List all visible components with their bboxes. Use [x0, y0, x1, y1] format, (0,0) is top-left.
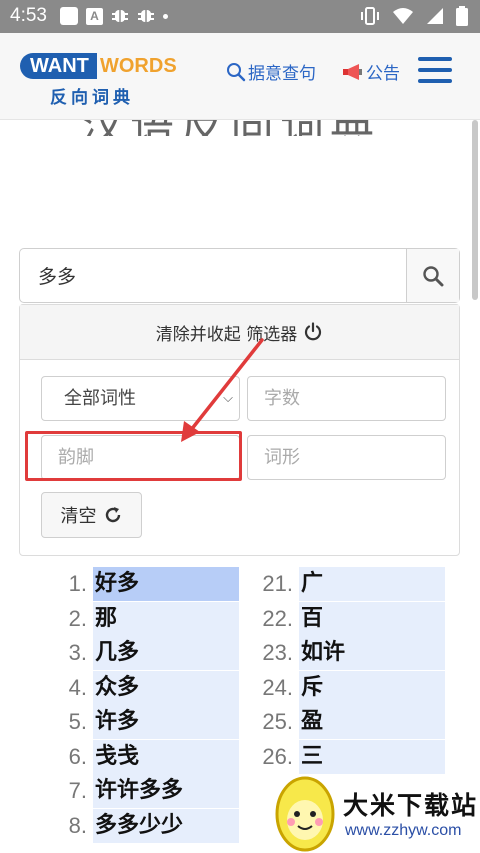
- result-number: 1.: [68, 571, 87, 596]
- dot-icon: [163, 13, 168, 19]
- result-item[interactable]: 2. 那: [29, 601, 239, 636]
- battery-icon: [456, 6, 468, 26]
- shape-field[interactable]: 词形: [247, 435, 446, 480]
- result-item[interactable]: 5. 许多: [29, 705, 239, 739]
- result-word[interactable]: 那: [93, 601, 239, 636]
- result-number: 21.: [262, 571, 293, 596]
- result-number: 4.: [68, 674, 87, 700]
- search-button[interactable]: [406, 249, 459, 302]
- result-number: 25.: [262, 709, 293, 734]
- pos-select[interactable]: 全部词性 ⌵: [41, 376, 240, 421]
- result-word[interactable]: 几多: [93, 636, 239, 670]
- menu-button[interactable]: [418, 55, 454, 85]
- result-number: 6.: [68, 743, 87, 769]
- nav-notice-label: 公告: [366, 64, 400, 84]
- result-word[interactable]: 许多: [93, 705, 239, 739]
- page-title-band: 汉语反向词典: [0, 120, 480, 136]
- status-right-icons: [360, 6, 468, 26]
- menu-bar: [418, 79, 452, 83]
- result-item[interactable]: 23. 如许: [235, 636, 445, 670]
- page-title: 汉语反向词典: [80, 120, 380, 136]
- result-item[interactable]: 4. 众多: [29, 670, 239, 705]
- chevron-down-icon: ⌵: [223, 391, 233, 406]
- logo-words-text: WORDS: [100, 55, 177, 77]
- result-word[interactable]: 许许多多: [93, 774, 239, 808]
- result-number: 5.: [68, 709, 87, 734]
- result-word[interactable]: 戋戋: [93, 739, 239, 774]
- app-header: WANT WORDS 反向词典 据意查句 公告: [0, 33, 480, 120]
- length-placeholder: 字数: [264, 388, 300, 409]
- result-word[interactable]: 多多少少: [93, 808, 239, 843]
- menu-bar: [418, 57, 452, 61]
- rice-mascot-icon: [275, 776, 335, 852]
- status-left-icons: A: [60, 7, 168, 25]
- watermark-url: www.zzhyw.com: [345, 822, 462, 839]
- result-number: 26.: [262, 743, 293, 769]
- result-word[interactable]: 好多: [93, 567, 239, 601]
- vibrate-icon: [361, 7, 379, 25]
- result-word[interactable]: 如许: [299, 636, 445, 670]
- bug-icon: [112, 10, 128, 22]
- megaphone-icon: [343, 63, 362, 80]
- menu-bar: [418, 68, 452, 72]
- power-icon: [305, 322, 322, 341]
- result-item[interactable]: 1. 好多: [29, 567, 239, 601]
- result-item[interactable]: 21. 广: [235, 567, 445, 601]
- square-icon: [60, 7, 78, 25]
- result-number: 3.: [68, 640, 87, 665]
- nav-notice-link[interactable]: 公告: [342, 59, 400, 84]
- clear-button[interactable]: 清空: [41, 492, 142, 538]
- search-icon: [423, 265, 444, 286]
- result-word[interactable]: 广: [299, 567, 445, 601]
- signal-icon: [427, 8, 443, 24]
- wifi-icon: [393, 8, 413, 24]
- result-number: 24.: [262, 674, 293, 700]
- result-item[interactable]: 7. 许许多多: [29, 774, 239, 808]
- nav-query-label: 据意查句: [248, 64, 316, 84]
- logo-want-text: WANT: [20, 53, 97, 79]
- result-item[interactable]: 24. 斥: [235, 670, 445, 705]
- rhyme-placeholder: 韵脚: [58, 447, 94, 468]
- search-box: [19, 248, 460, 303]
- status-bar: 4:53 A: [0, 0, 480, 33]
- result-number: 23.: [262, 640, 293, 665]
- result-word[interactable]: 斥: [299, 670, 445, 705]
- result-number: 22.: [262, 605, 293, 631]
- result-item[interactable]: 22. 百: [235, 601, 445, 636]
- status-time: 4:53: [10, 5, 47, 26]
- scrollbar[interactable]: [472, 120, 478, 300]
- a-notification-icon: A: [86, 7, 103, 25]
- result-word[interactable]: 百: [299, 601, 445, 636]
- result-word[interactable]: 盈: [299, 705, 445, 739]
- result-item[interactable]: 3. 几多: [29, 636, 239, 670]
- length-field[interactable]: 字数: [247, 376, 446, 421]
- result-number: 2.: [68, 605, 87, 631]
- bug-icon: [138, 10, 154, 22]
- filter-collapse-toggle[interactable]: 清除并收起 筛选器: [20, 305, 459, 360]
- shape-placeholder: 词形: [264, 447, 300, 468]
- result-number: 8.: [68, 812, 87, 838]
- refresh-icon: [105, 507, 120, 523]
- pos-select-value: 全部词性: [64, 388, 136, 409]
- filter-header-label: 清除并收起 筛选器: [155, 324, 298, 345]
- nav-query-link[interactable]: 据意查句: [226, 59, 316, 84]
- search-input[interactable]: [20, 249, 408, 302]
- search-icon: [227, 62, 246, 81]
- watermark-text: 大米下载站: [343, 791, 479, 820]
- clear-button-label: 清空: [60, 506, 97, 527]
- result-number: 7.: [68, 778, 87, 803]
- result-item[interactable]: 8. 多多少少: [29, 808, 239, 843]
- watermark: 大米下载站 www.zzhyw.com: [265, 768, 480, 853]
- result-item[interactable]: 6. 戋戋: [29, 739, 239, 774]
- wantwords-logo[interactable]: WANT WORDS 反向词典: [20, 53, 186, 108]
- result-item[interactable]: 25. 盈: [235, 705, 445, 739]
- logo-subtitle: 反向词典: [50, 88, 134, 108]
- result-word[interactable]: 众多: [93, 670, 239, 705]
- rhyme-field[interactable]: 韵脚: [41, 435, 240, 480]
